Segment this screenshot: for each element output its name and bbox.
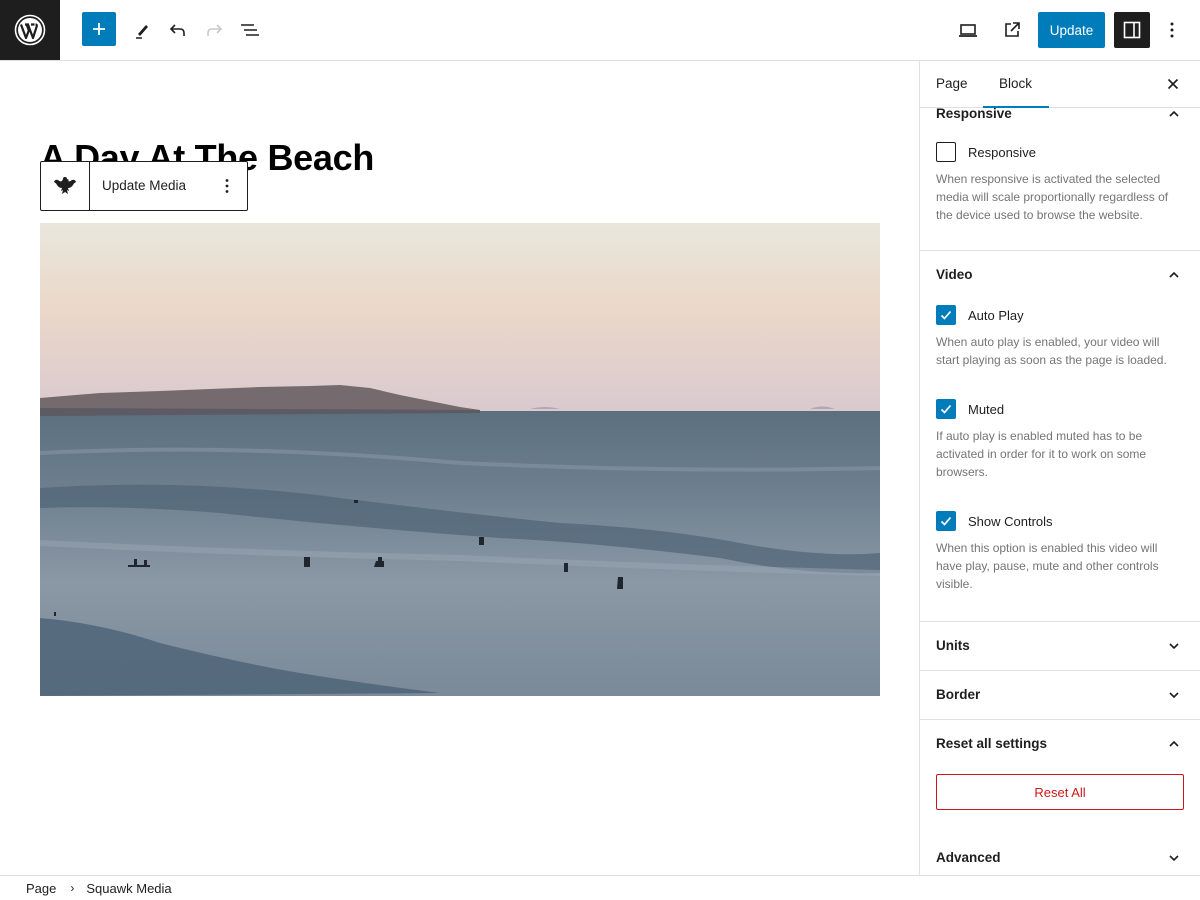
panel-title: Responsive [936,106,1012,121]
squawk-eagle-icon [54,177,76,194]
help-text: If auto play is enabled muted has to be … [936,429,1147,479]
panel-title: Reset all settings [936,736,1048,751]
help-text: When auto play is enabled, your video wi… [936,335,1167,367]
block-type-button[interactable] [41,162,90,210]
show-controls-option: Show Controls [936,511,1184,531]
reset-all-button[interactable]: Reset All [936,774,1184,810]
editor-canvas: A Day At The Beach Update Media [0,61,919,875]
chevron-right-icon: › [70,881,75,895]
chevron-down-icon [1169,643,1179,650]
editor-header: Update [0,0,1200,61]
help-text: When responsive is activated the selecte… [936,172,1169,222]
breadcrumb-item-block[interactable]: Squawk Media [86,881,171,896]
sidebar-icon [1123,21,1141,39]
panel-video: Video Auto Play When auto play is enable… [920,251,1200,622]
panel-responsive: Responsive Responsive When responsive is… [920,90,1200,251]
redo-button[interactable] [196,12,232,48]
tools-button[interactable] [124,12,160,48]
panel-video-header[interactable]: Video [920,251,1200,299]
undo-button[interactable] [160,12,196,48]
options-button[interactable] [1156,12,1188,48]
panel-title: Units [936,638,970,653]
check-icon [940,404,952,414]
help-text: When this option is enabled this video w… [936,541,1159,591]
panel-reset: Reset all settings Reset All [920,720,1200,834]
list-view-button[interactable] [232,12,268,48]
responsive-checkbox[interactable] [936,142,956,162]
check-icon [940,310,952,320]
panel-border-header[interactable]: Border [920,671,1200,719]
auto-play-checkbox[interactable] [936,305,956,325]
wordpress-icon [14,14,46,46]
panel-responsive-header[interactable]: Responsive [920,90,1200,138]
responsive-option: Responsive [936,142,1184,162]
breadcrumb-item-page[interactable]: Page [26,881,56,896]
checkbox-label: Muted [968,401,1005,417]
more-vertical-icon [1170,22,1174,38]
panel-title: Video [936,267,973,282]
preview-button[interactable] [950,12,986,48]
update-media-button[interactable]: Update Media [90,162,208,210]
checkbox-label: Auto Play [968,307,1024,323]
panel-advanced: Advanced [920,834,1200,875]
panel-advanced-header[interactable]: Advanced [920,834,1200,875]
redo-icon [207,24,223,36]
panel-units: Units [920,622,1200,671]
chevron-up-icon [1169,110,1179,117]
chevron-down-icon [1169,692,1179,699]
block-more-options-button[interactable] [208,162,246,210]
panel-units-header[interactable]: Units [920,622,1200,670]
external-link-icon [1005,22,1020,37]
show-controls-checkbox[interactable] [936,511,956,531]
auto-play-option: Auto Play [936,305,1184,325]
breadcrumb: Page › Squawk Media [0,875,1200,900]
muted-option: Muted [936,399,1184,419]
check-icon [940,516,952,526]
pencil-icon [136,25,148,39]
plus-icon [93,23,105,35]
more-vertical-icon [225,179,229,193]
list-view-icon [241,24,259,36]
laptop-icon [959,24,977,37]
panel-title: Advanced [936,850,1001,865]
chevron-up-icon [1169,271,1179,278]
undo-icon [169,24,185,36]
settings-toggle-button[interactable] [1114,12,1150,48]
beach-video-frame [40,223,880,696]
settings-sidebar: Page Block Responsive Responsive When re… [919,61,1200,875]
block-toolbar: Update Media [40,161,248,211]
checkbox-label: Responsive [968,144,1036,160]
wordpress-logo-button[interactable] [0,0,60,60]
video-block[interactable] [40,223,880,696]
muted-checkbox[interactable] [936,399,956,419]
chevron-down-icon [1169,855,1179,862]
add-block-button[interactable] [82,12,116,46]
view-page-button[interactable] [994,12,1030,48]
update-button[interactable]: Update [1038,12,1105,48]
panel-reset-header[interactable]: Reset all settings [920,720,1200,768]
panel-border: Border [920,671,1200,720]
chevron-up-icon [1169,740,1179,747]
checkbox-label: Show Controls [968,513,1053,529]
panel-title: Border [936,687,981,702]
